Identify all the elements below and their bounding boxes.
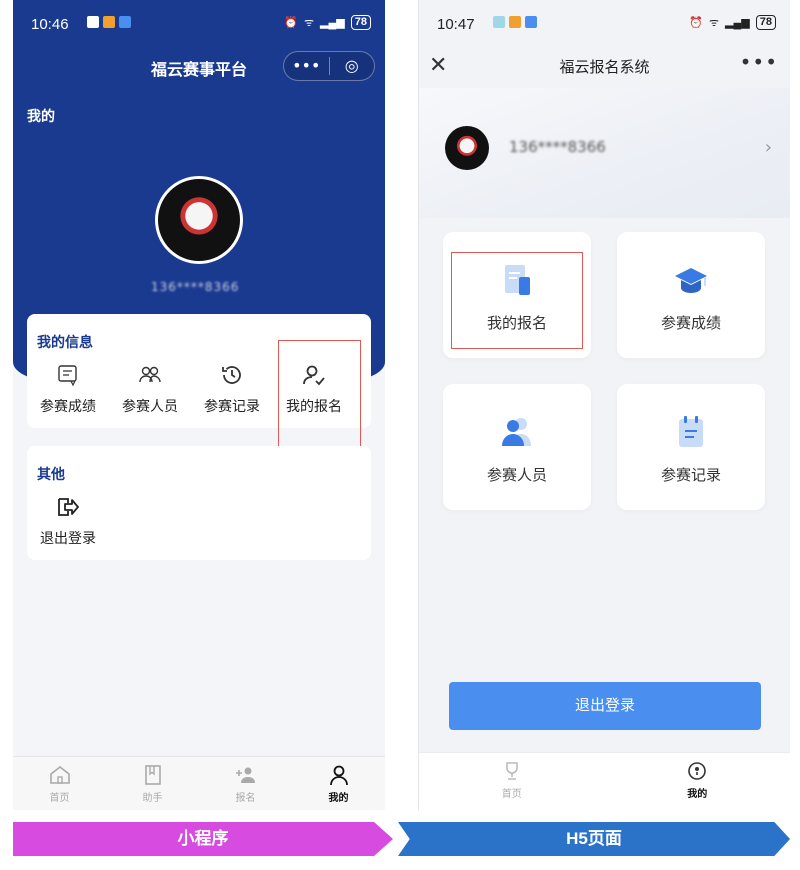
menu-item-records[interactable]: 参赛记录 bbox=[191, 358, 273, 416]
app-notification-icon bbox=[493, 16, 505, 28]
wifi-icon: ᯤ bbox=[708, 17, 720, 29]
tab-assistant[interactable]: 助手 bbox=[106, 757, 199, 810]
tab-label: 我的 bbox=[687, 789, 708, 800]
home-icon bbox=[49, 765, 70, 784]
miniprogram-screen: 10:46 ⏰ ᯤ ▂▄▆ 78 福云赛事平台 ••• ◎ 我的 136****… bbox=[13, 0, 385, 810]
notification-icons bbox=[87, 16, 131, 28]
more-menu-button[interactable]: ••• bbox=[740, 50, 778, 74]
avatar[interactable] bbox=[445, 126, 489, 170]
h5-screen: 10:47 ⏰ ᯤ ▂▄▆ 78 ✕ 福云报名系统 ••• 136****836… bbox=[418, 0, 790, 810]
status-bar: 10:46 ⏰ ᯤ ▂▄▆ 78 bbox=[13, 0, 385, 44]
tab-label: 报名 bbox=[235, 793, 256, 804]
certificate-icon bbox=[58, 365, 77, 387]
tab-register[interactable]: 报名 bbox=[199, 757, 292, 810]
app-notification-icon bbox=[119, 16, 131, 28]
h5-banner: H5页面 bbox=[398, 822, 790, 856]
page-title: 福云报名系统 bbox=[559, 58, 650, 76]
tile-results[interactable]: 参赛成绩 bbox=[617, 232, 765, 358]
tab-label: 助手 bbox=[142, 793, 163, 804]
tile-participants[interactable]: 参赛人员 bbox=[443, 384, 591, 510]
logout-item[interactable]: 退出登录 bbox=[27, 490, 109, 548]
highlight-box bbox=[278, 340, 361, 449]
logout-label: 退出登录 bbox=[40, 531, 96, 547]
section-title-mine: 我的 bbox=[27, 109, 55, 125]
card-title-my-info: 我的信息 bbox=[37, 335, 93, 351]
person-icon bbox=[329, 765, 348, 786]
miniprogram-capsule: ••• ◎ bbox=[283, 51, 375, 81]
history-icon bbox=[222, 366, 241, 384]
battery-indicator: 78 bbox=[755, 15, 776, 30]
menu-item-participants[interactable]: 参赛人员 bbox=[109, 358, 191, 416]
status-bar: 10:47 ⏰ ᯤ ▂▄▆ 78 bbox=[419, 0, 790, 44]
menu-item-label: 参赛人员 bbox=[122, 399, 178, 415]
notification-icons bbox=[493, 16, 537, 28]
tab-label: 首页 bbox=[501, 789, 522, 800]
app-notification-icon bbox=[87, 16, 99, 28]
clipboard-icon bbox=[679, 416, 703, 447]
status-time: 10:46 bbox=[31, 16, 69, 33]
tile-records[interactable]: 参赛记录 bbox=[617, 384, 765, 510]
menu-item-results[interactable]: 参赛成绩 bbox=[27, 358, 109, 416]
battery-indicator: 78 bbox=[350, 15, 371, 30]
avatar[interactable] bbox=[155, 176, 243, 264]
signal-icon: ▂▄▆ bbox=[725, 17, 750, 29]
menu-item-label: 参赛成绩 bbox=[40, 399, 96, 415]
tab-home[interactable]: 首页 bbox=[419, 753, 605, 810]
app-notification-icon bbox=[525, 16, 537, 28]
chevron-right-icon[interactable]: › bbox=[765, 137, 772, 158]
alarm-icon: ⏰ bbox=[689, 17, 703, 29]
menu-item-label: 参赛记录 bbox=[204, 399, 260, 415]
highlight-box bbox=[451, 252, 583, 349]
graduation-cap-icon bbox=[675, 268, 707, 293]
more-menu-button[interactable]: ••• bbox=[284, 52, 329, 80]
tile-label: 参赛记录 bbox=[660, 466, 721, 484]
alarm-icon: ⏰ bbox=[284, 17, 298, 29]
username-label: 136****8366 bbox=[151, 280, 240, 294]
other-card: 其他 退出登录 bbox=[27, 446, 371, 560]
miniprogram-banner: 小程序 bbox=[13, 822, 393, 856]
logout-icon bbox=[58, 498, 79, 516]
trophy-icon bbox=[505, 762, 518, 780]
people-icon bbox=[139, 366, 161, 383]
logout-button[interactable]: 退出登录 bbox=[449, 682, 761, 730]
app-notification-icon bbox=[103, 16, 115, 28]
book-icon bbox=[144, 765, 161, 785]
tab-label: 我的 bbox=[328, 793, 349, 804]
wifi-icon: ᯤ bbox=[303, 17, 315, 29]
card-title-other: 其他 bbox=[37, 467, 65, 483]
username-label: 136****8366 bbox=[509, 138, 606, 156]
tile-label: 参赛成绩 bbox=[660, 314, 721, 332]
app-notification-icon bbox=[509, 16, 521, 28]
status-indicators: ⏰ ᯤ ▂▄▆ 78 bbox=[689, 15, 776, 30]
add-user-icon bbox=[235, 767, 255, 783]
status-indicators: ⏰ ᯤ ▂▄▆ 78 bbox=[284, 15, 371, 30]
tab-bar: 首页 助手 报名 我的 bbox=[13, 756, 385, 810]
tab-mine[interactable]: 我的 bbox=[605, 753, 791, 810]
page-header: ✕ 福云报名系统 ••• bbox=[419, 44, 790, 88]
status-time: 10:47 bbox=[437, 16, 475, 33]
person-icon bbox=[688, 762, 707, 780]
tile-label: 参赛人员 bbox=[486, 466, 547, 484]
signal-icon: ▂▄▆ bbox=[320, 17, 345, 29]
close-miniprogram-button[interactable]: ◎ bbox=[330, 52, 375, 80]
tab-bar: 首页 我的 bbox=[419, 752, 790, 810]
tab-mine[interactable]: 我的 bbox=[292, 757, 385, 810]
tab-label: 首页 bbox=[49, 793, 70, 804]
people-icon bbox=[502, 418, 531, 446]
tab-home[interactable]: 首页 bbox=[13, 757, 106, 810]
